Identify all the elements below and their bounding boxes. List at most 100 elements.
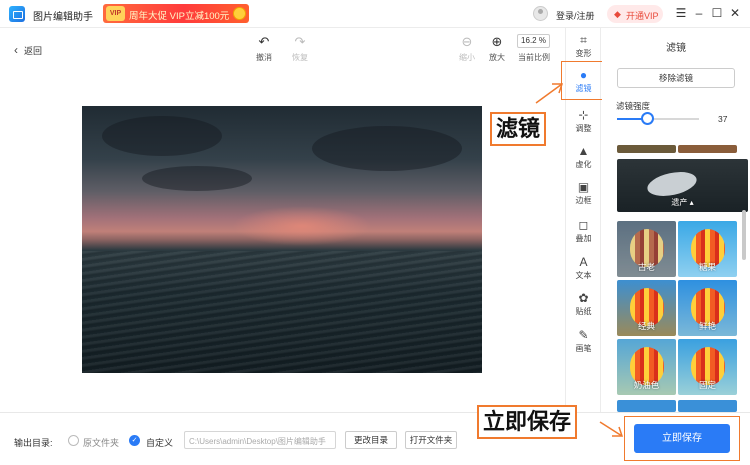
source-folder-radio[interactable]: [68, 435, 79, 446]
remove-filter-button[interactable]: 移除滤镜: [617, 68, 735, 88]
blur-drop-icon: ▲: [577, 144, 590, 158]
filter-thumb-partial[interactable]: [617, 400, 676, 412]
tab-label: 变形: [575, 49, 592, 58]
filter-thumb-candy[interactable]: 糖果: [678, 221, 737, 277]
filter-name: 糖果: [698, 262, 716, 272]
output-dir-label: 输出目录:: [14, 438, 53, 448]
overlay-icon: ◻: [578, 218, 589, 232]
filter-thumb-ancient[interactable]: 古老: [617, 221, 676, 277]
filter-thumb-fixed[interactable]: 固定: [678, 339, 737, 395]
tab-text[interactable]: A 文本: [566, 255, 601, 281]
filter-name: 鲜艳: [698, 321, 716, 331]
tab-adjust[interactable]: ⊹ 调整: [566, 108, 601, 134]
filter-thumb-partial[interactable]: [678, 400, 737, 412]
panel-title: 滤镜: [666, 43, 686, 54]
filter-thumb-cream[interactable]: 奶油色: [617, 339, 676, 395]
sticker-icon: ✿: [578, 291, 589, 305]
zoom-value-field[interactable]: 16.2 %: [517, 34, 550, 48]
tab-frame[interactable]: ▣ 边框: [566, 180, 601, 206]
filter-name: 遗产 ▴: [671, 198, 694, 207]
filter-thumb-image: [617, 145, 676, 153]
avatar[interactable]: [533, 6, 548, 21]
undo-icon: ↶: [258, 34, 270, 49]
close-icon[interactable]: ✕: [727, 5, 743, 21]
custom-folder-radio[interactable]: ✓: [129, 435, 140, 446]
photo-waves: [82, 251, 482, 373]
text-icon: A: [579, 255, 588, 269]
diamond-icon: ◆: [614, 9, 621, 19]
filter-name: 古老: [637, 262, 655, 272]
intensity-value: 37: [718, 114, 728, 124]
minimize-icon[interactable]: –: [691, 5, 707, 21]
photo-cloud: [312, 126, 462, 171]
zoom-in-button[interactable]: ⊕ 放大: [482, 34, 512, 63]
menu-icon[interactable]: ☰: [673, 5, 689, 21]
filter-arrow-icon: [535, 83, 564, 104]
tab-label: 虚化: [575, 160, 592, 169]
redo-icon: ↷: [294, 34, 306, 49]
filter-thumb-classic[interactable]: 经典: [617, 280, 676, 336]
tab-label: 文本: [575, 271, 592, 280]
tab-label: 画笔: [575, 344, 592, 353]
open-vip-button[interactable]: ◆ 开通VIP: [607, 5, 663, 23]
maximize-icon[interactable]: ☐: [709, 5, 725, 21]
output-path-input[interactable]: C:\Users\admin\Desktop\图片编辑助手: [184, 431, 336, 449]
crop-icon: ⌗: [580, 33, 587, 47]
tab-blur[interactable]: ▲ 虚化: [566, 144, 601, 170]
filter-name: 经典: [637, 321, 655, 331]
brush-icon: ✎: [578, 328, 589, 342]
open-vip-label: 开通VIP: [626, 11, 659, 21]
redo-button[interactable]: ↷ 恢复: [285, 34, 315, 63]
filter-thumb-partial[interactable]: [617, 145, 676, 153]
photo-cloud: [102, 116, 222, 156]
filter-name: 奶油色: [633, 380, 660, 390]
tab-transform[interactable]: ⌗ 变形: [566, 33, 601, 59]
back-label: 返回: [24, 46, 43, 56]
save-callout: 立即保存: [477, 405, 578, 439]
filter-thumb-image: [617, 400, 676, 412]
filter-thumb-image: [678, 145, 737, 153]
adjust-icon: ⊹: [578, 108, 589, 122]
save-button-highlight: [624, 416, 740, 461]
back-button[interactable]: ‹ 返回: [14, 43, 42, 57]
tab-overlay[interactable]: ◻ 叠加: [566, 218, 601, 244]
filter-callout: 滤镜: [490, 112, 547, 146]
tab-label: 贴纸: [575, 307, 592, 316]
filter-panel: 滤镜 移除滤镜 滤镜强度 37 遗产 ▴ 古老 糖果 经典 鲜艳 奶油色 固定: [602, 28, 750, 412]
chevron-left-icon: ‹: [14, 43, 18, 57]
filter-thumb-heritage[interactable]: 遗产 ▴: [617, 159, 748, 212]
zoom-out-icon: ⊖: [461, 34, 473, 49]
tab-label: 边框: [575, 196, 592, 205]
login-link[interactable]: 登录/注册: [556, 9, 595, 22]
intensity-label: 滤镜强度: [616, 101, 651, 111]
filter-thumb-image: [678, 400, 737, 412]
zoom-out-button[interactable]: ⊖ 缩小: [452, 34, 482, 63]
intensity-slider-handle[interactable]: [641, 112, 655, 125]
app-logo-icon: [9, 6, 25, 22]
tab-brush[interactable]: ✎ 画笔: [566, 328, 601, 354]
coin-icon: [233, 7, 246, 20]
promo-vip-badge: VIP: [106, 6, 125, 21]
app-title: 图片编辑助手: [33, 12, 93, 23]
filter-name: 固定: [698, 380, 716, 390]
save-arrow-icon: [599, 421, 624, 437]
promo-text: 周年大促 VIP立减100元: [129, 11, 230, 22]
tab-label: 调整: [575, 124, 592, 133]
frame-icon: ▣: [577, 180, 590, 194]
intensity-slider[interactable]: [617, 112, 699, 125]
open-folder-button[interactable]: 打开文件夹: [405, 431, 457, 449]
zoom-in-icon: ⊕: [491, 34, 503, 49]
filter-thumb-partial[interactable]: [678, 145, 737, 153]
filter-thumb-vivid[interactable]: 鲜艳: [678, 280, 737, 336]
title-bar: 图片编辑助手 VIP 周年大促 VIP立减100元 登录/注册 ◆ 开通VIP …: [0, 0, 750, 28]
edited-photo[interactable]: [82, 106, 482, 373]
undo-button[interactable]: ↶ 撤消: [249, 34, 279, 63]
custom-folder-label[interactable]: 自定义: [146, 436, 173, 449]
panel-scrollbar[interactable]: [742, 210, 746, 260]
tab-label: 叠加: [575, 234, 592, 243]
promo-banner[interactable]: VIP 周年大促 VIP立减100元: [103, 4, 249, 23]
photo-sun-glow: [232, 206, 372, 246]
tab-sticker[interactable]: ✿ 贴纸: [566, 291, 601, 317]
change-dir-button[interactable]: 更改目录: [345, 431, 397, 449]
source-folder-label[interactable]: 原文件夹: [83, 436, 119, 449]
